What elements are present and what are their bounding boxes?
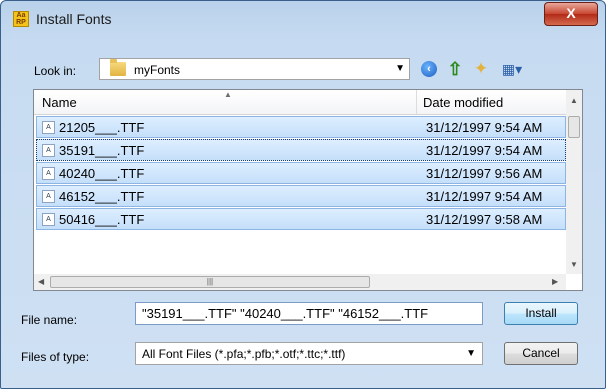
list-header: Name ▲ Date modified: [34, 90, 566, 115]
file-date: 31/12/1997 9:54 AM: [426, 189, 543, 204]
views-menu-icon[interactable]: ▦▾: [497, 59, 527, 79]
font-file-icon: A: [42, 213, 55, 226]
look-in-label: Look in:: [34, 64, 77, 78]
chevron-down-icon[interactable]: ▼: [395, 63, 405, 74]
horizontal-scroll-thumb[interactable]: |||: [50, 276, 370, 288]
font-file-icon: A: [42, 190, 55, 203]
file-name: 50416___.TTF: [59, 212, 145, 227]
folder-icon: [110, 59, 126, 76]
scroll-right-icon[interactable]: ▶: [552, 277, 558, 286]
list-item[interactable]: A 50416___.TTF 31/12/1997 9:58 AM: [36, 208, 566, 230]
file-type-select[interactable]: All Font Files (*.pfa;*.pfb;*.otf;*.ttc;…: [135, 342, 483, 365]
horizontal-scrollbar[interactable]: ◀ ||| ▶: [34, 274, 566, 290]
file-list[interactable]: Name ▲ Date modified A 21205___.TTF 31/1…: [33, 89, 583, 291]
column-divider[interactable]: [416, 90, 417, 114]
back-icon[interactable]: ‹: [419, 59, 439, 79]
column-header-name[interactable]: Name: [42, 95, 77, 110]
scroll-left-icon[interactable]: ◀: [38, 277, 44, 286]
file-type-value: All Font Files (*.pfa;*.pfb;*.otf;*.ttc;…: [142, 347, 346, 361]
sort-ascending-icon: ▲: [224, 90, 232, 99]
file-name: 46152___.TTF: [59, 189, 145, 204]
look-in-value: myFonts: [134, 63, 181, 77]
column-header-date[interactable]: Date modified: [423, 95, 503, 110]
window-title: Install Fonts: [36, 11, 112, 27]
font-app-icon: Aa RP: [13, 11, 29, 27]
chevron-down-icon[interactable]: ▼: [466, 348, 476, 359]
file-name: 35191___.TTF: [59, 143, 145, 158]
file-date: 31/12/1997 9:54 AM: [426, 143, 543, 158]
cancel-button[interactable]: Cancel: [504, 342, 578, 365]
vertical-scroll-thumb[interactable]: [568, 116, 580, 138]
list-item[interactable]: A 21205___.TTF 31/12/1997 9:54 AM: [36, 116, 566, 138]
up-folder-icon[interactable]: ⇧: [445, 59, 465, 79]
font-file-icon: A: [42, 121, 55, 134]
list-item[interactable]: A 46152___.TTF 31/12/1997 9:54 AM: [36, 185, 566, 207]
list-item[interactable]: A 40240___.TTF 31/12/1997 9:56 AM: [36, 162, 566, 184]
file-date: 31/12/1997 9:54 AM: [426, 120, 543, 135]
file-date: 31/12/1997 9:56 AM: [426, 166, 543, 181]
scroll-down-icon[interactable]: ▼: [570, 260, 578, 269]
install-button[interactable]: Install: [504, 302, 578, 325]
font-file-icon: A: [42, 144, 55, 157]
look-in-dropdown[interactable]: myFonts ▼: [99, 58, 410, 80]
dialog-body: Look in: myFonts ▼ ‹ ⇧ ✦ ▦▾ Name ▲ Date …: [9, 33, 597, 382]
close-button[interactable]: X: [544, 2, 598, 26]
file-type-label: Files of type:: [21, 350, 90, 364]
file-name-field[interactable]: "35191___.TTF" "40240___.TTF" "46152___.…: [135, 302, 483, 325]
vertical-scrollbar[interactable]: ▲ ▼: [566, 90, 582, 274]
file-date: 31/12/1997 9:58 AM: [426, 212, 543, 227]
list-item[interactable]: A 35191___.TTF 31/12/1997 9:54 AM: [36, 139, 566, 161]
install-fonts-dialog: Aa RP Install Fonts X Look in: myFonts ▼ …: [0, 0, 606, 389]
file-name-label: File name:: [21, 313, 78, 327]
new-folder-icon[interactable]: ✦: [471, 59, 491, 79]
title-bar[interactable]: Aa RP Install Fonts X: [1, 1, 605, 35]
font-file-icon: A: [42, 167, 55, 180]
scroll-up-icon[interactable]: ▲: [570, 96, 578, 105]
file-name: 40240___.TTF: [59, 166, 145, 181]
file-name: 21205___.TTF: [59, 120, 145, 135]
